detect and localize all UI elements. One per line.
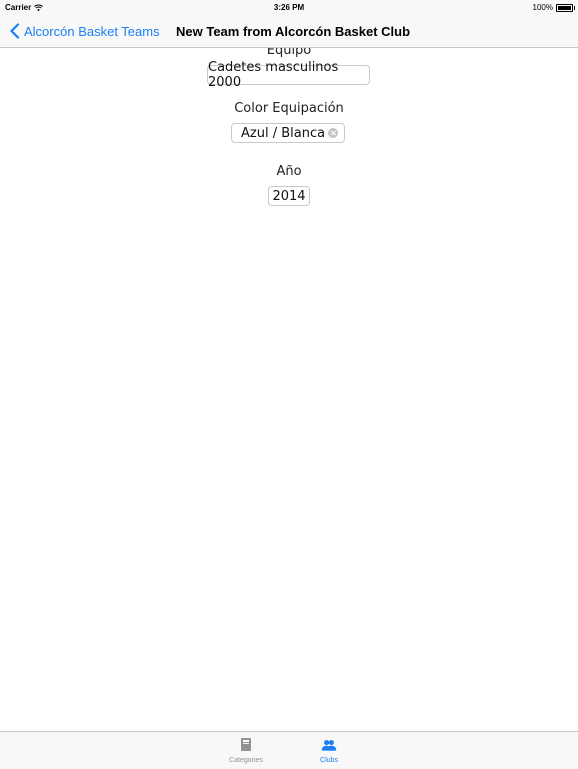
- kit-color-field[interactable]: Azul / Blanca: [231, 123, 345, 143]
- tab-categories[interactable]: Categories: [216, 732, 276, 769]
- battery-status: 100%: [532, 3, 575, 12]
- year-field[interactable]: 2014: [268, 186, 310, 206]
- chevron-left-icon: [10, 23, 20, 39]
- status-bar: Carrier 3:26 PM 100%: [0, 0, 578, 16]
- team-form: Equipo Cadetes masculinos 2000 Color Equ…: [0, 48, 578, 731]
- status-time: 3:26 PM: [273, 3, 305, 12]
- battery-percent: 100%: [532, 3, 553, 12]
- people-icon: [321, 740, 337, 751]
- year-label: Año: [276, 164, 302, 179]
- navigation-bar: Alcorcón Basket Teams New Team from Alco…: [0, 16, 578, 48]
- back-button-label: Alcorcón Basket Teams: [24, 23, 160, 39]
- kit-color-label: Color Equipación: [234, 101, 344, 116]
- team-label: Equipo: [266, 48, 312, 58]
- year-value: 2014: [272, 188, 306, 204]
- tab-clubs-label: Clubs: [320, 757, 338, 764]
- tab-categories-label: Categories: [229, 757, 263, 764]
- clear-icon[interactable]: [328, 128, 338, 138]
- tab-clubs[interactable]: Clubs: [299, 732, 359, 769]
- kit-color-value: Azul / Blanca: [241, 125, 326, 141]
- back-button[interactable]: Alcorcón Basket Teams: [9, 23, 160, 39]
- book-icon: [241, 738, 251, 751]
- page-title: New Team from Alcorcón Basket Club: [176, 24, 411, 39]
- tab-bar: Categories Clubs: [0, 731, 578, 769]
- battery-icon: [556, 3, 575, 12]
- team-value: Cadetes masculinos 2000: [208, 60, 339, 90]
- team-field[interactable]: Cadetes masculinos 2000: [207, 60, 370, 90]
